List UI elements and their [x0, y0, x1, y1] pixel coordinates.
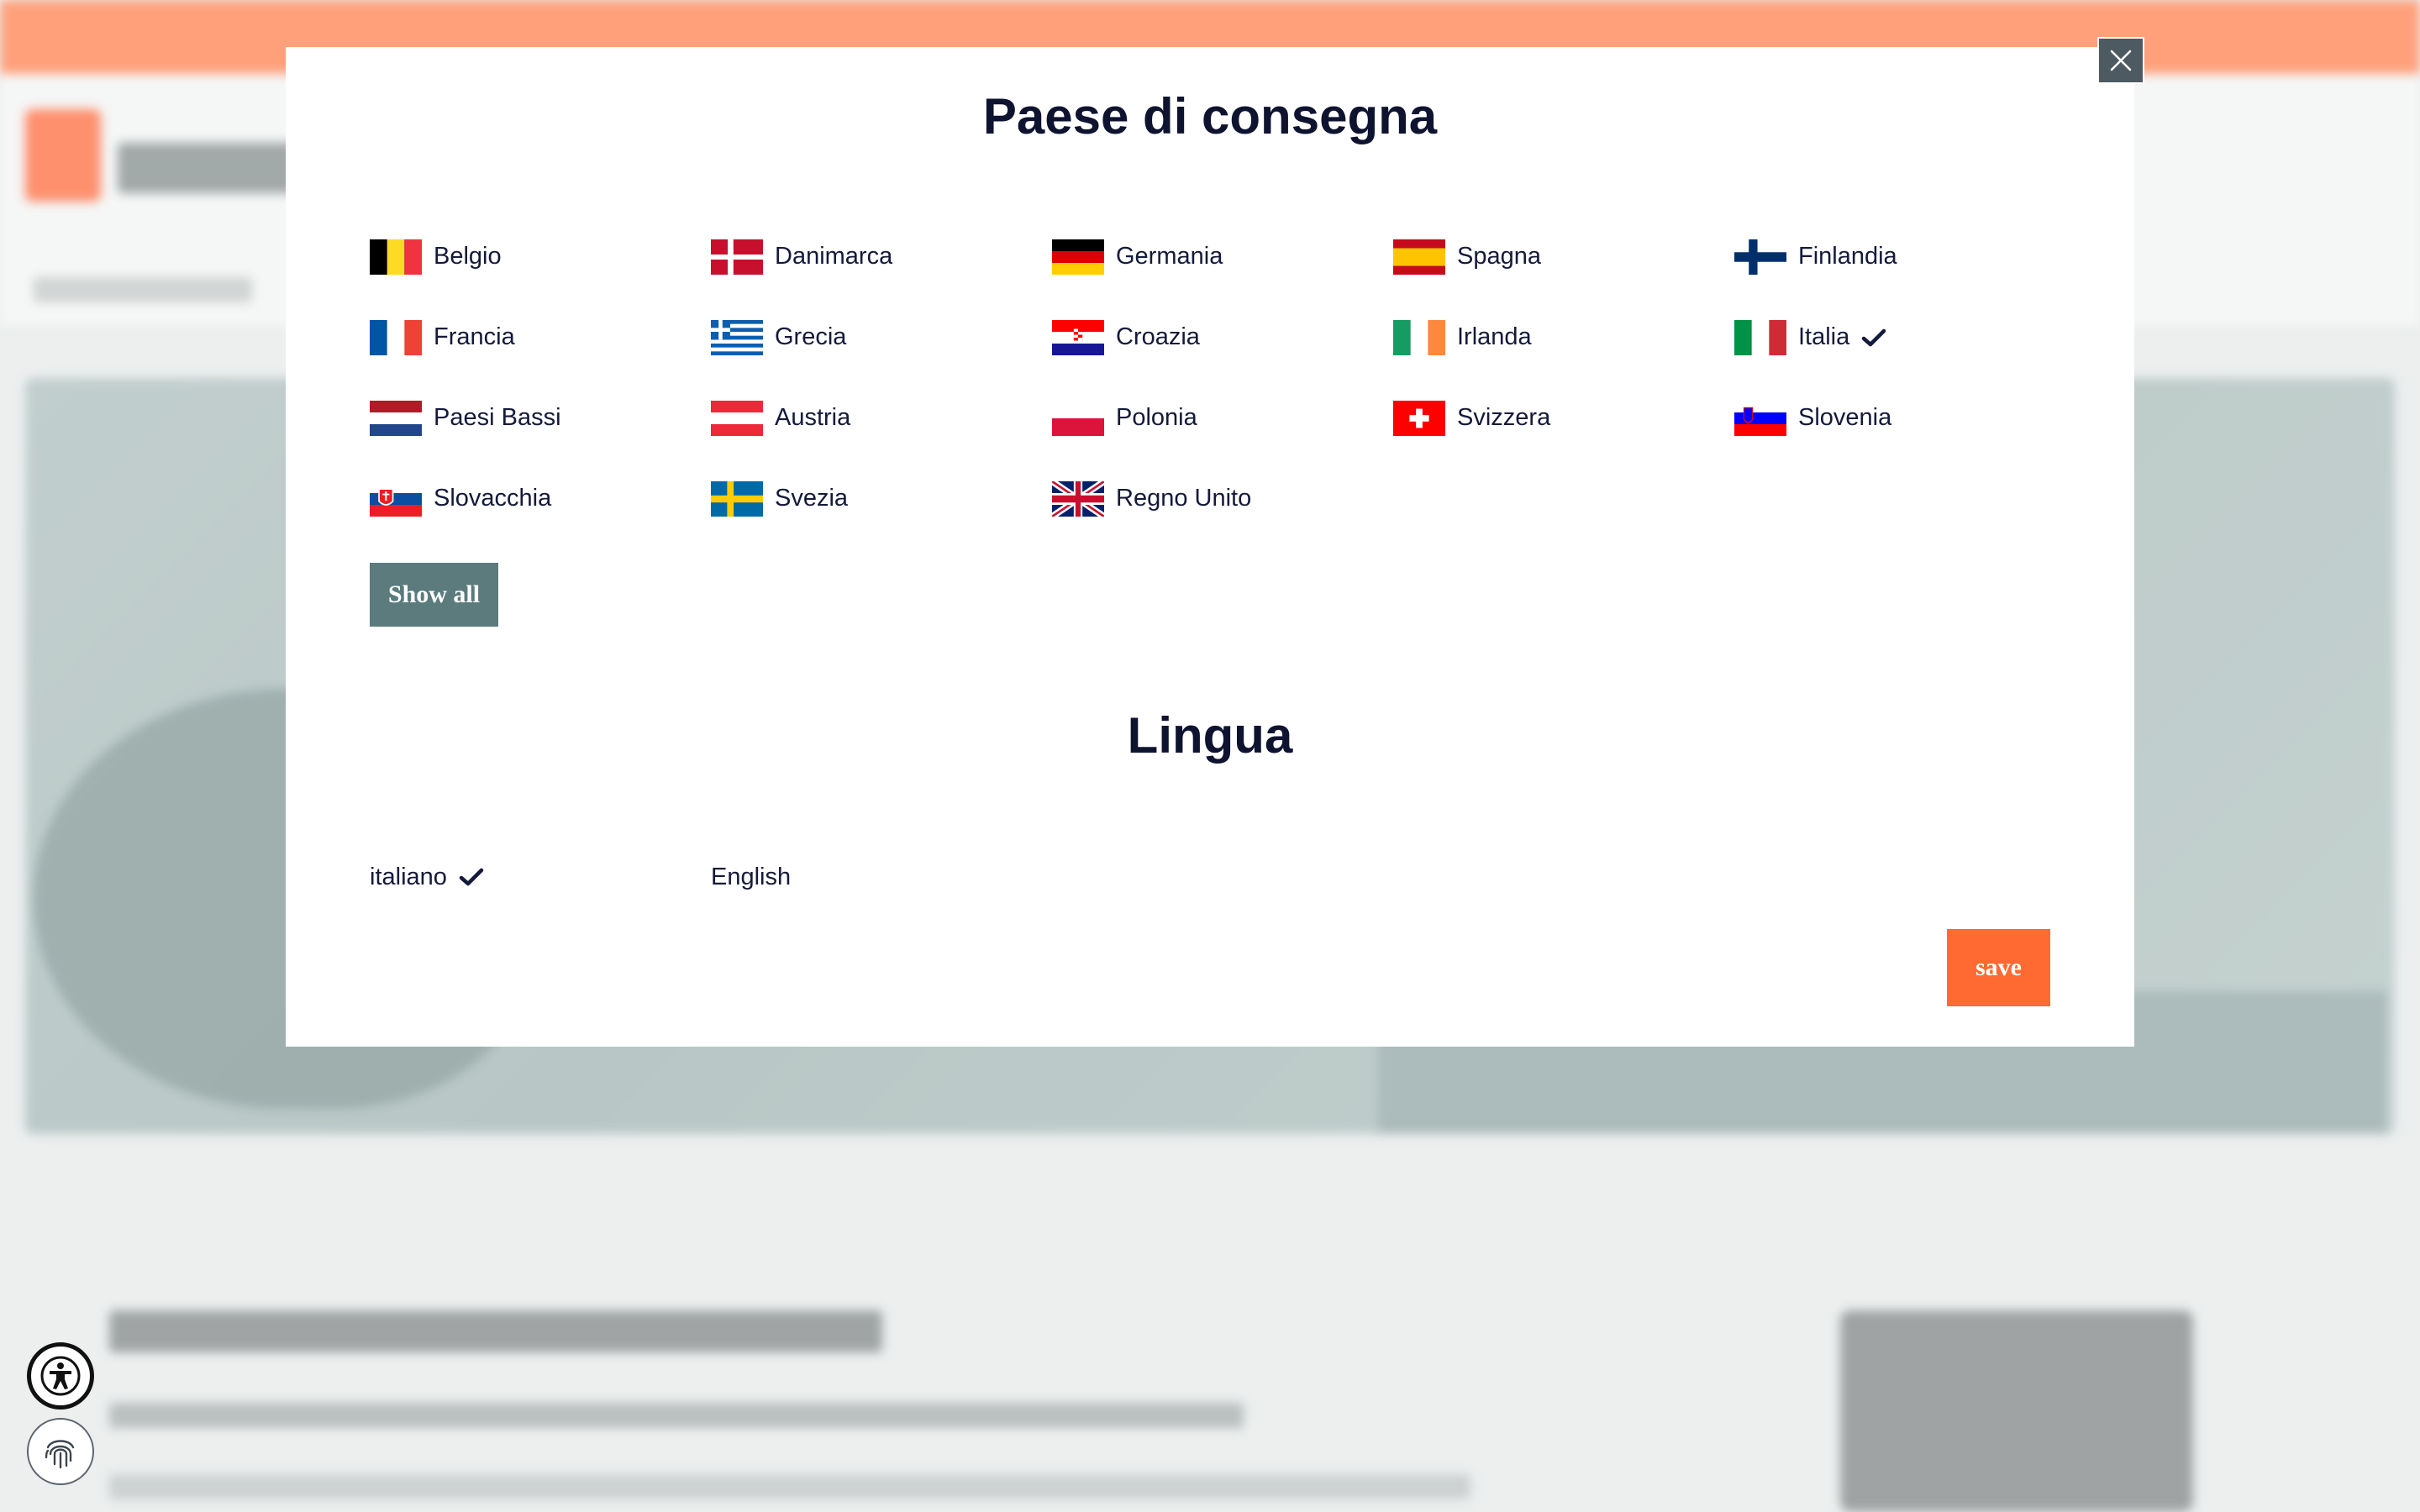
- country-option-belgium[interactable]: Belgio: [370, 232, 711, 281]
- netherlands-flag-icon: [370, 400, 422, 436]
- delivery-country-dialog: Paese di consegna Belgio Danimarca Germani…: [286, 47, 2134, 1047]
- language-heading: Lingua: [1127, 707, 1293, 764]
- country-name: Francia: [434, 323, 515, 350]
- checkmark-icon: [459, 868, 484, 886]
- country-name: Belgio: [434, 243, 502, 270]
- country-name: Danimarca: [775, 243, 893, 270]
- country-name: Germania: [1116, 243, 1223, 270]
- slovenia-flag-icon: [1734, 400, 1786, 436]
- country-option-denmark[interactable]: Danimarca: [711, 232, 1052, 281]
- country-name: Irlanda: [1457, 323, 1532, 350]
- country-option-ireland[interactable]: Irlanda: [1393, 312, 1734, 362]
- country-option-slovakia[interactable]: Slovacchia: [370, 474, 711, 523]
- france-flag-icon: [370, 319, 422, 355]
- country-name: Croazia: [1116, 323, 1200, 350]
- accessibility-icon: [40, 1356, 81, 1396]
- switzerland-flag-icon: [1393, 400, 1445, 436]
- country-name: Regno Unito: [1116, 485, 1252, 512]
- country-name: Polonia: [1116, 404, 1197, 431]
- country-name: Finlandia: [1798, 243, 1897, 270]
- country-name: Spagna: [1457, 243, 1541, 270]
- checkmark-icon: [1862, 328, 1886, 346]
- sweden-flag-icon: [711, 480, 763, 517]
- country-option-slovenia[interactable]: Slovenia: [1734, 393, 2075, 443]
- language-list: italiano English: [370, 853, 1052, 900]
- country-option-germany[interactable]: Germania: [1052, 232, 1393, 281]
- country-heading: Paese di consegna: [982, 88, 1438, 144]
- country-name: Paesi Bassi: [434, 404, 561, 431]
- italy-flag-icon: [1734, 319, 1786, 355]
- language-option-english[interactable]: English: [711, 853, 1052, 900]
- denmark-flag-icon: [711, 239, 763, 275]
- spain-flag-icon: [1393, 239, 1445, 275]
- country-option-netherlands[interactable]: Paesi Bassi: [370, 393, 711, 443]
- greece-flag-icon: [711, 319, 763, 355]
- slovakia-flag-icon: [370, 480, 422, 517]
- ireland-flag-icon: [1393, 319, 1445, 355]
- show-all-button[interactable]: Show all: [370, 563, 498, 627]
- country-name: Slovenia: [1798, 404, 1892, 431]
- country-option-italy[interactable]: Italia: [1734, 312, 2075, 362]
- close-button[interactable]: [2097, 37, 2144, 84]
- save-button[interactable]: save: [1947, 929, 2050, 1006]
- language-option-italiano[interactable]: italiano: [370, 853, 711, 900]
- fingerprint-icon: [45, 1440, 75, 1469]
- poland-flag-icon: [1052, 400, 1104, 436]
- country-name: Svizzera: [1457, 404, 1551, 431]
- country-option-switzerland[interactable]: Svizzera: [1393, 393, 1734, 443]
- language-name: italiano: [370, 863, 447, 890]
- country-option-greece[interactable]: Grecia: [711, 312, 1052, 362]
- country-option-poland[interactable]: Polonia: [1052, 393, 1393, 443]
- country-name: Italia: [1798, 323, 1850, 350]
- country-option-sweden[interactable]: Svezia: [711, 474, 1052, 523]
- germany-flag-icon: [1052, 239, 1104, 275]
- country-option-austria[interactable]: Austria: [711, 393, 1052, 443]
- close-icon: [2110, 50, 2132, 71]
- croatia-flag-icon: [1052, 319, 1104, 355]
- country-option-spain[interactable]: Spagna: [1393, 232, 1734, 281]
- belgium-flag-icon: [370, 239, 422, 275]
- country-option-france[interactable]: Francia: [370, 312, 711, 362]
- country-name: Grecia: [775, 323, 847, 350]
- country-name: Svezia: [775, 485, 849, 512]
- country-option-finland[interactable]: Finlandia: [1734, 232, 2075, 281]
- country-name: Slovacchia: [434, 485, 552, 512]
- country-option-croatia[interactable]: Croazia: [1052, 312, 1393, 362]
- austria-flag-icon: [711, 400, 763, 436]
- country-option-united-kingdom[interactable]: Regno Unito: [1052, 474, 1393, 523]
- united-kingdom-flag-icon: [1052, 480, 1104, 517]
- country-name: Austria: [775, 404, 851, 431]
- accessibility-button[interactable]: [27, 1342, 94, 1410]
- finland-flag-icon: [1734, 239, 1786, 275]
- language-name: English: [711, 863, 792, 890]
- country-list: Belgio Danimarca Germania Spagna Finlandia Fr…: [370, 232, 2134, 523]
- fingerprint-button[interactable]: [27, 1418, 94, 1485]
